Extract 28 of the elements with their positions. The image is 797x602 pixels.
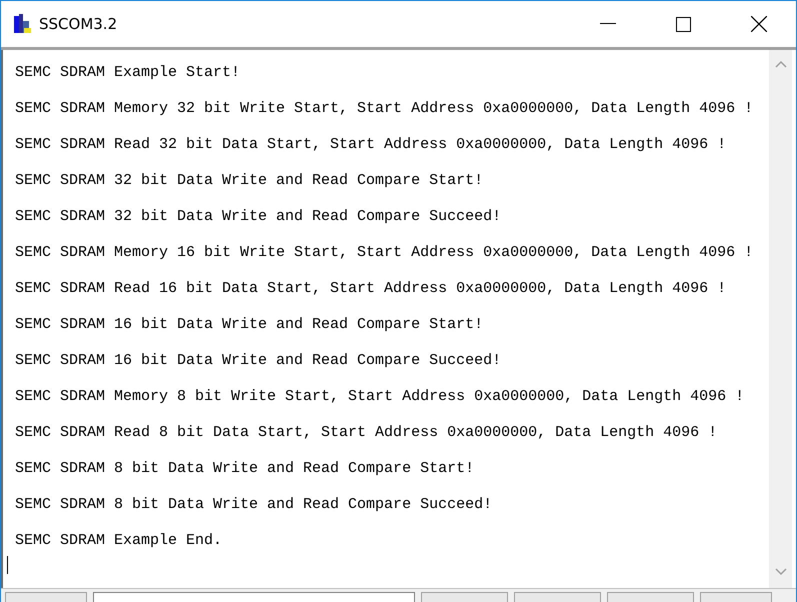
close-icon[interactable] (751, 16, 767, 32)
toolbar-button[interactable] (421, 592, 508, 602)
log-line: SEMC SDRAM Example Start! (15, 64, 242, 83)
toolbar-button[interactable] (700, 592, 772, 602)
log-line: SEMC SDRAM 32 bit Data Write and Read Compare Succeed! (15, 208, 502, 227)
app-icon (13, 13, 33, 35)
log-line: SEMC SDRAM 8 bit Data Write and Read Compare Succeed! (15, 496, 494, 515)
log-line: SEMC SDRAM 16 bit Data Write and Read Compare Start! (15, 316, 484, 335)
toolbar-button[interactable] (607, 592, 694, 602)
maximize-icon[interactable] (676, 16, 691, 32)
log-line: SEMC SDRAM Read 32 bit Data Start, Start Address 0xa0000000, Data Length 4096 ! (15, 136, 728, 155)
log-line: SEMC SDRAM Memory 8 bit Write Start, Start Address 0xa0000000, Data Length 4096 ! (15, 388, 746, 407)
scrollbar[interactable] (769, 50, 792, 588)
log-line: SEMC SDRAM 32 bit Data Write and Read Compare Start! (15, 172, 484, 191)
scroll-up-icon[interactable] (774, 60, 786, 68)
toolbar-button[interactable] (514, 592, 601, 602)
input-field[interactable] (93, 592, 415, 602)
log-line: SEMC SDRAM Example End. (15, 532, 224, 551)
log-line: SEMC SDRAM 8 bit Data Write and Read Compare Start! (15, 460, 476, 479)
log-line: SEMC SDRAM Read 16 bit Data Start, Start Address 0xa0000000, Data Length 4096 ! (15, 280, 728, 299)
minimize-icon[interactable] (600, 23, 616, 25)
toolbar-button[interactable] (5, 592, 87, 602)
window-title: SSCOM3.2 (39, 15, 118, 33)
log-line: SEMC SDRAM Read 8 bit Data Start, Start Address 0xa0000000, Data Length 4096 ! (15, 424, 718, 443)
log-line: SEMC SDRAM Memory 16 bit Write Start, Start Address 0xa0000000, Data Length 4096 ! (15, 244, 754, 263)
log-line: SEMC SDRAM 16 bit Data Write and Read Compare Succeed! (15, 352, 502, 371)
scroll-down-icon[interactable] (774, 568, 786, 576)
log-line: SEMC SDRAM Memory 32 bit Write Start, Start Address 0xa0000000, Data Length 4096 ! (15, 100, 754, 119)
